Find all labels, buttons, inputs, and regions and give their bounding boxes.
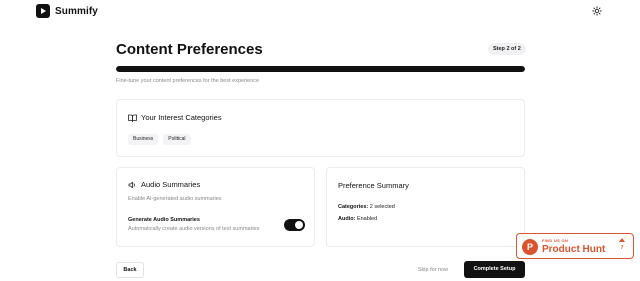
play-icon	[36, 4, 50, 18]
back-button[interactable]: Back	[116, 262, 144, 278]
step-badge: Step 2 of 2	[488, 43, 526, 55]
interests-heading-label: Your Interest Categories	[141, 113, 222, 122]
interest-categories-card: Your Interest Categories Business Politi…	[116, 99, 525, 157]
summary-categories-label: Categories:	[338, 204, 369, 210]
tag-business[interactable]: Business	[128, 134, 159, 145]
page-title: Content Preferences	[116, 41, 263, 58]
product-hunt-small-text: FIND US ON	[542, 238, 569, 243]
product-hunt-logo-icon: P	[522, 239, 538, 255]
audio-heading: Audio Summaries	[128, 180, 200, 189]
summary-audio: Audio: Enabled	[338, 216, 377, 222]
progress-fill	[116, 66, 525, 72]
app-logo[interactable]: Summify	[36, 4, 98, 18]
product-hunt-title: Product Hunt	[542, 244, 606, 255]
audio-summaries-card: Audio Summaries Enable AI-generated audi…	[116, 167, 315, 247]
sun-icon[interactable]	[592, 6, 602, 16]
generate-audio-toggle[interactable]	[284, 219, 305, 231]
interests-heading: Your Interest Categories	[128, 113, 222, 122]
skip-button[interactable]: Skip for now	[411, 262, 455, 278]
complete-setup-button[interactable]: Complete Setup	[464, 261, 525, 278]
audio-heading-label: Audio Summaries	[141, 180, 201, 189]
app-name: Summify	[55, 5, 98, 17]
interest-tags: Business Political	[128, 134, 191, 145]
summary-categories: Categories: 2 selected	[338, 204, 395, 210]
generate-audio-title: Generate Audio Summaries	[128, 217, 200, 223]
summary-heading: Preference Summary	[338, 181, 409, 190]
product-hunt-badge[interactable]: P FIND US ON Product Hunt 7	[516, 233, 634, 259]
upvote-arrow-icon	[619, 238, 625, 242]
page-subtitle: Fine-tune your content preferences for t…	[116, 78, 260, 84]
book-open-icon	[128, 114, 137, 122]
top-bar: Summify	[0, 0, 640, 24]
tag-political[interactable]: Political	[163, 134, 191, 145]
preference-summary-card: Preference Summary Categories: 2 selecte…	[326, 167, 525, 247]
toggle-knob	[295, 221, 303, 229]
progress-bar	[116, 66, 525, 72]
summary-audio-label: Audio:	[338, 216, 356, 222]
upvote-count: 7	[620, 245, 624, 251]
generate-audio-description: Automatically create audio versions of t…	[128, 226, 260, 232]
speaker-icon	[128, 181, 135, 188]
summary-categories-value: 2 selected	[369, 204, 395, 210]
product-hunt-upvote: 7	[617, 238, 627, 251]
audio-description: Enable AI-generated audio summaries	[128, 196, 222, 202]
summary-audio-value: Enabled	[356, 216, 378, 222]
